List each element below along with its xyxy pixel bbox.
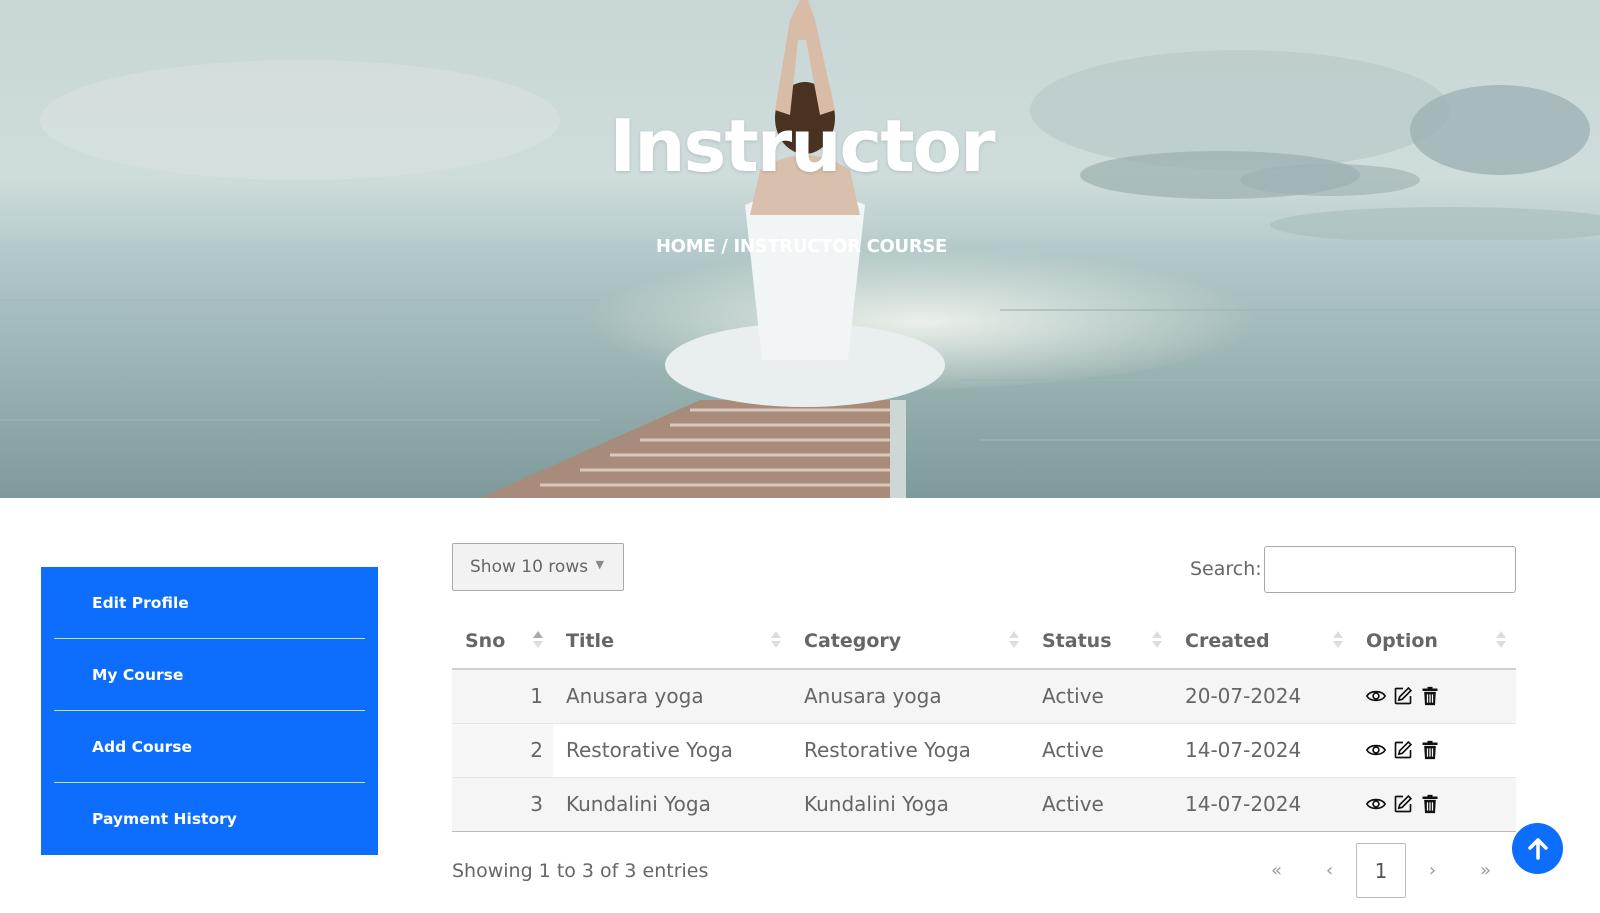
sidebar-item-add-course[interactable]: Add Course xyxy=(54,711,365,783)
caret-down-icon: ▼ xyxy=(595,558,604,571)
column-header-created[interactable]: Created xyxy=(1172,613,1353,670)
column-header-label: Created xyxy=(1185,629,1270,652)
sidebar-item-label: Edit Profile xyxy=(92,593,189,612)
cell-created: 20-07-2024 xyxy=(1172,669,1353,724)
column-header-label: Category xyxy=(804,629,902,652)
cell-title: Anusara yoga xyxy=(553,669,791,724)
column-header-sno[interactable]: Sno xyxy=(452,613,553,670)
cell-created: 14-07-2024 xyxy=(1172,723,1353,778)
trash-icon[interactable] xyxy=(1420,686,1440,706)
table-row: 1 Anusara yoga Anusara yoga Active 20-07… xyxy=(452,669,1516,724)
cell-status: Active xyxy=(1029,669,1172,724)
arrow-up-icon xyxy=(1527,837,1548,860)
cell-status: Active xyxy=(1029,777,1172,832)
cell-sno: 1 xyxy=(452,669,553,724)
cell-options xyxy=(1353,777,1516,832)
sort-icon xyxy=(1496,631,1506,651)
eye-icon[interactable] xyxy=(1365,794,1387,814)
table-header-row: Sno Title Category Status Created Option xyxy=(452,613,1516,670)
edit-icon[interactable] xyxy=(1393,794,1413,814)
cell-sno: 3 xyxy=(452,777,553,832)
column-header-title[interactable]: Title xyxy=(553,613,791,670)
column-header-status[interactable]: Status xyxy=(1029,613,1172,670)
show-rows-label: Show 10 rows xyxy=(470,557,589,577)
cell-title: Restorative Yoga xyxy=(553,723,791,778)
pagination-page-1[interactable]: 1 xyxy=(1356,843,1406,898)
table-row: 2 Restorative Yoga Restorative Yoga Acti… xyxy=(452,723,1516,778)
sort-icon xyxy=(1009,631,1019,651)
cell-sno: 2 xyxy=(452,723,553,778)
trash-icon[interactable] xyxy=(1420,740,1440,760)
sidebar-menu: Edit Profile My Course Add Course Paymen… xyxy=(41,567,378,855)
cell-options xyxy=(1353,723,1516,778)
cell-title: Kundalini Yoga xyxy=(553,777,791,832)
search-label: Search: xyxy=(1190,558,1262,580)
sort-icon xyxy=(1333,631,1343,651)
scroll-to-top-button[interactable] xyxy=(1512,823,1563,874)
cell-status: Active xyxy=(1029,723,1172,778)
cell-created: 14-07-2024 xyxy=(1172,777,1353,832)
search-input[interactable] xyxy=(1264,546,1516,593)
pagination-first-button[interactable]: « xyxy=(1250,843,1303,898)
table-info: Showing 1 to 3 of 3 entries xyxy=(452,860,709,882)
table-row: 3 Kundalini Yoga Kundalini Yoga Active 1… xyxy=(452,777,1516,832)
course-table: Sno Title Category Status Created Option… xyxy=(452,613,1516,832)
sidebar-item-edit-profile[interactable]: Edit Profile xyxy=(54,567,365,639)
sidebar-item-label: My Course xyxy=(92,665,184,684)
sort-icon xyxy=(771,631,781,651)
edit-icon[interactable] xyxy=(1393,740,1413,760)
breadcrumb[interactable]: HOME / INSTRUCTOR COURSE xyxy=(0,236,1600,257)
pagination: « ‹ 1 › » xyxy=(1250,843,1512,898)
cell-options xyxy=(1353,669,1516,724)
column-header-option[interactable]: Option xyxy=(1353,613,1516,670)
column-header-label: Sno xyxy=(465,629,506,652)
pagination-last-button[interactable]: » xyxy=(1459,843,1512,898)
column-header-label: Status xyxy=(1042,629,1112,652)
column-header-label: Title xyxy=(566,629,614,652)
cell-category: Kundalini Yoga xyxy=(791,777,1029,832)
column-header-category[interactable]: Category xyxy=(791,613,1029,670)
pagination-next-button[interactable]: › xyxy=(1406,843,1459,898)
pagination-prev-button[interactable]: ‹ xyxy=(1303,843,1356,898)
hero-banner: Instructor HOME / INSTRUCTOR COURSE xyxy=(0,0,1600,498)
sort-icon xyxy=(533,631,543,651)
sort-icon xyxy=(1152,631,1162,651)
sidebar-item-label: Payment History xyxy=(92,810,237,828)
eye-icon[interactable] xyxy=(1365,740,1387,760)
sidebar-item-payment-history[interactable]: Payment History xyxy=(54,783,365,855)
cell-category: Anusara yoga xyxy=(791,669,1029,724)
sidebar-item-label: Add Course xyxy=(92,737,193,756)
eye-icon[interactable] xyxy=(1365,686,1387,706)
show-rows-select[interactable]: Show 10 rows ▼ xyxy=(452,543,624,591)
edit-icon[interactable] xyxy=(1393,686,1413,706)
page-title: Instructor xyxy=(609,104,995,188)
sidebar-item-my-course[interactable]: My Course xyxy=(54,639,365,711)
column-header-label: Option xyxy=(1366,629,1438,652)
trash-icon[interactable] xyxy=(1420,794,1440,814)
cell-category: Restorative Yoga xyxy=(791,723,1029,778)
